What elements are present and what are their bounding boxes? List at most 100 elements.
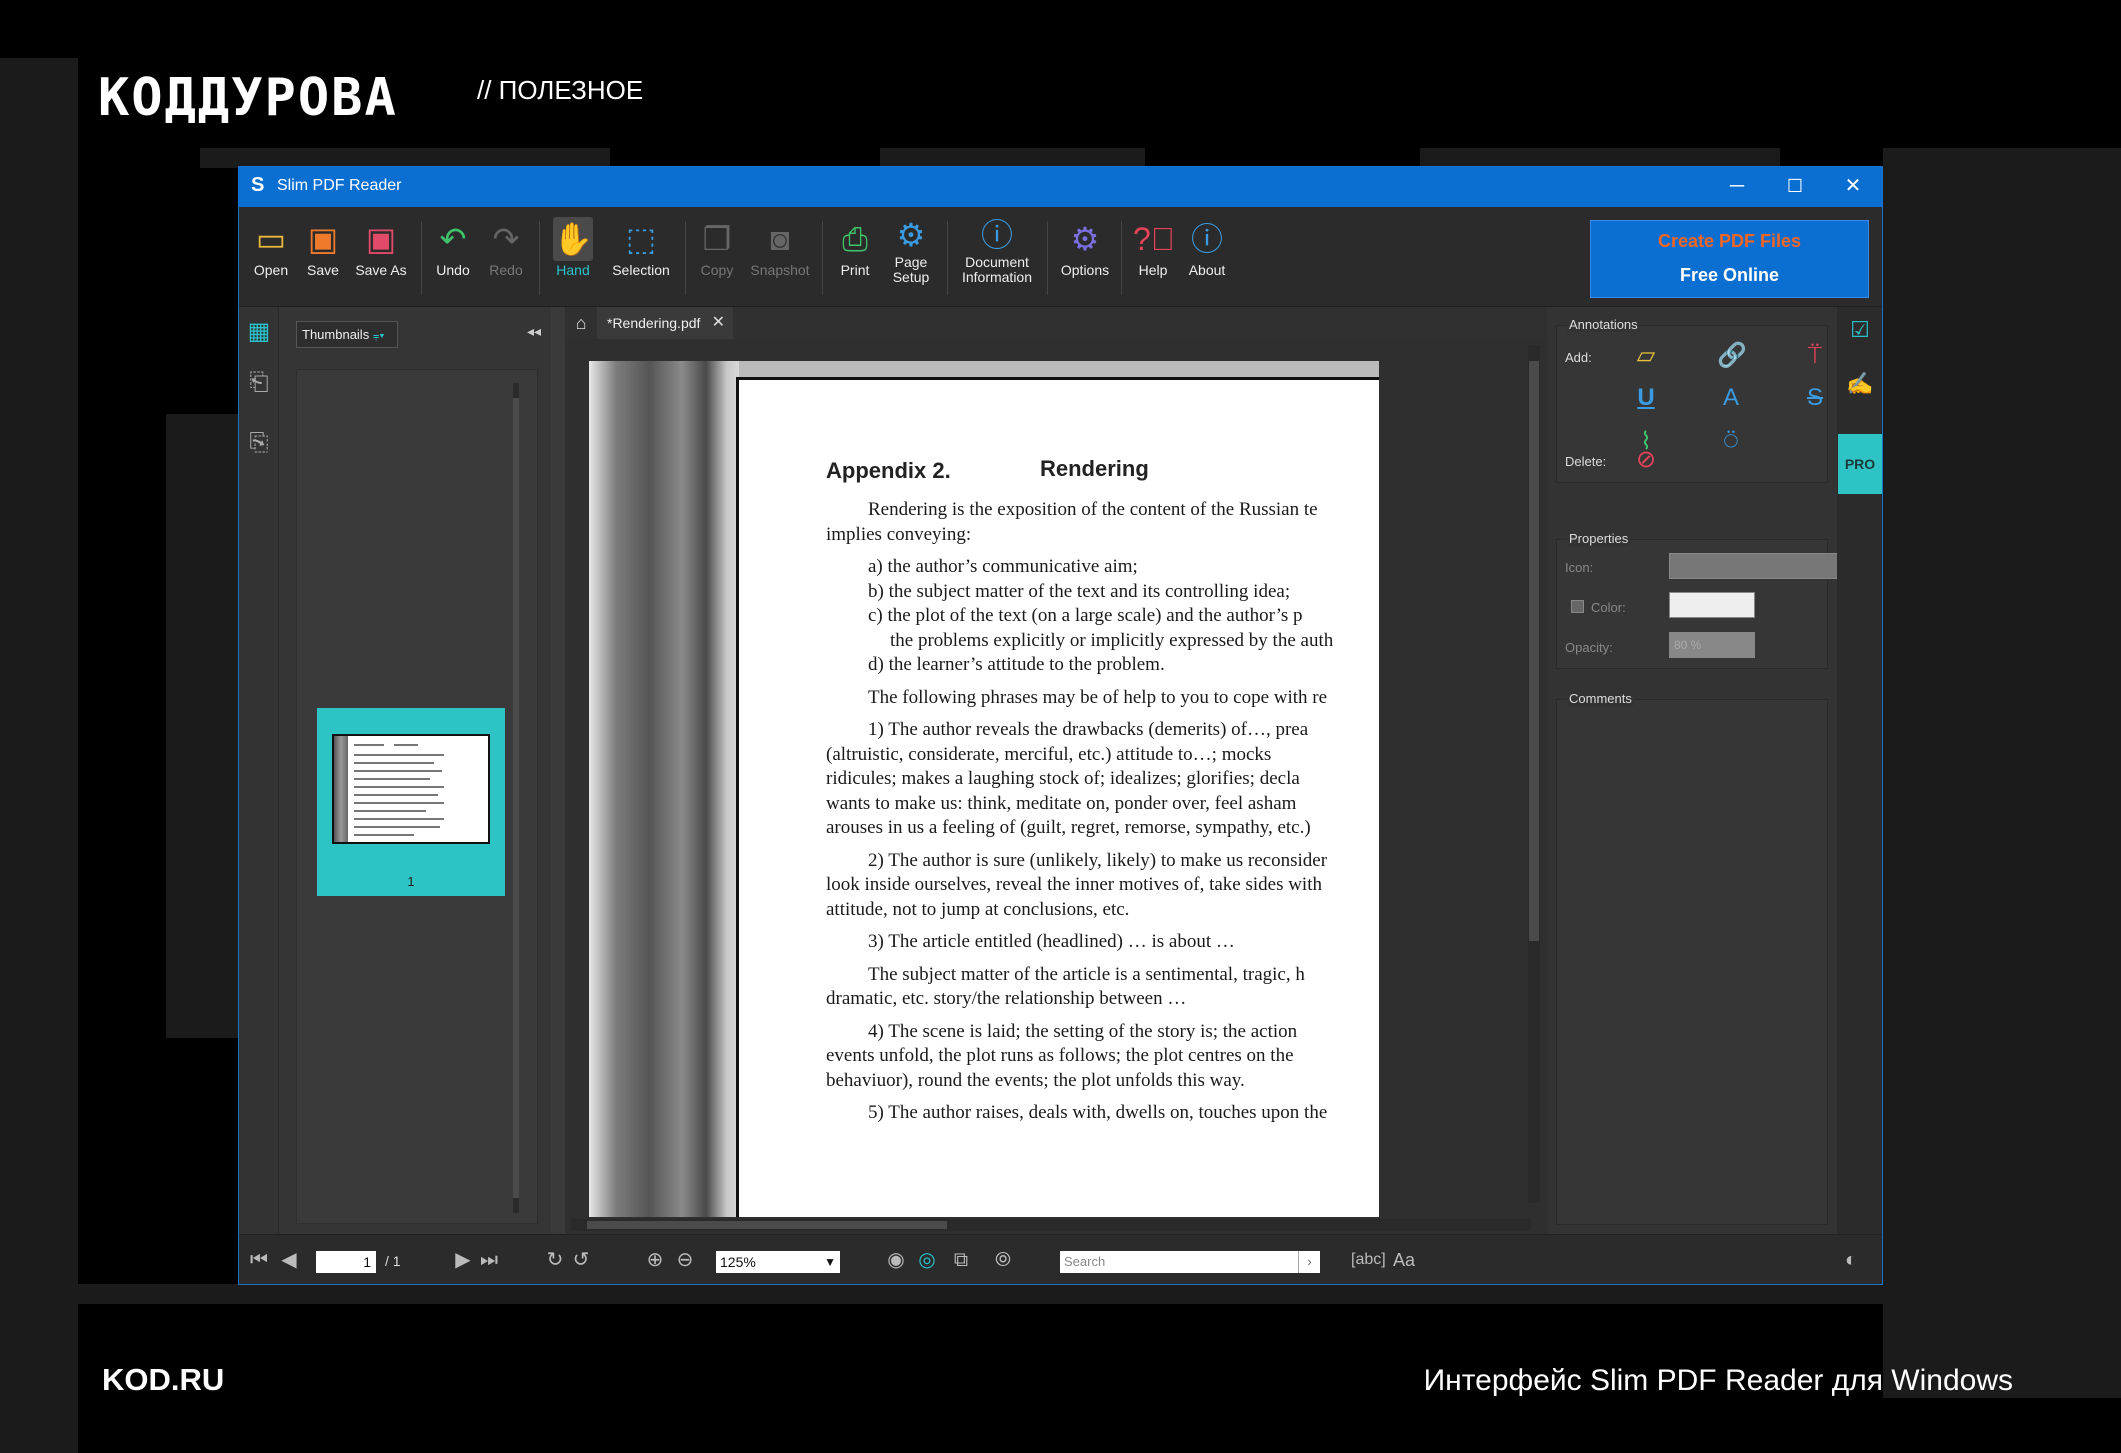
snapshot-button[interactable]: ◙ Snapshot: [747, 217, 813, 302]
rotate-clockwise-icon[interactable]: ↻: [545, 1247, 565, 1273]
toolbar-separator: [421, 221, 422, 295]
view-single-icon[interactable]: ◉: [884, 1247, 908, 1273]
search-placeholder: Search: [1064, 1254, 1106, 1269]
close-button[interactable]: ✕: [1824, 167, 1882, 207]
link-icon[interactable]: 🔗: [1717, 342, 1747, 370]
rotate-counterclockwise-icon[interactable]: ↺: [571, 1247, 591, 1273]
search-input[interactable]: Search ›: [1060, 1251, 1320, 1273]
thumbnail-scan-edge: [334, 736, 348, 842]
print-button[interactable]: ⎙ Print: [831, 217, 879, 302]
document-viewer[interactable]: Appendix 2. Rendering Rendering is the e…: [565, 339, 1547, 1234]
color-swatch[interactable]: [1669, 592, 1755, 618]
copy-button[interactable]: ❐ Copy: [693, 217, 741, 302]
opacity-spinner[interactable]: 80 %: [1669, 632, 1755, 658]
thumbnail-list: 1: [296, 369, 538, 1224]
maximize-button[interactable]: ☐: [1766, 167, 1824, 207]
page-settings-icon: ⚙: [896, 217, 926, 253]
color-checkbox[interactable]: [1571, 600, 1584, 613]
search-go-icon[interactable]: ›: [1298, 1251, 1320, 1273]
thumbnail-line: [354, 762, 434, 764]
thumbnail-line: [354, 770, 442, 772]
comments-group: Comments: [1556, 691, 1828, 1225]
document-horizontal-scrollbar[interactable]: [571, 1219, 1531, 1231]
home-icon[interactable]: ⌂: [570, 312, 592, 334]
view-facing-icon[interactable]: ⧉: [947, 1247, 975, 1273]
minimize-button[interactable]: ─: [1708, 167, 1766, 207]
about-button[interactable]: ⓘ About: [1183, 217, 1231, 302]
text-line: a) the author’s communicative aim;: [868, 556, 1138, 577]
save-as-button[interactable]: ▣ Save As: [351, 217, 411, 302]
bookmarks-icon[interactable]: ⎗: [247, 369, 271, 399]
first-page-icon[interactable]: ⏮: [249, 1247, 269, 1273]
save-button[interactable]: ▣ Save: [299, 217, 347, 302]
page-setup-button[interactable]: ⚙ Page Setup: [883, 217, 939, 302]
brand-logo: КОДДУРОВА: [98, 68, 398, 128]
scrollbar-thumb[interactable]: [587, 1221, 947, 1229]
next-page-icon[interactable]: ▶: [453, 1247, 473, 1273]
previous-page-icon[interactable]: ◀: [279, 1247, 299, 1273]
page-thumbnail[interactable]: 1: [317, 708, 505, 896]
stamp-icon[interactable]: ⍡: [1801, 342, 1829, 370]
thumbnail-line: [354, 834, 414, 836]
redo-button[interactable]: ↷ Redo: [482, 217, 530, 302]
open-button[interactable]: ▭ Open: [247, 217, 295, 302]
view-cover-icon[interactable]: ⦾: [991, 1247, 1015, 1273]
document-vertical-scrollbar[interactable]: [1528, 345, 1540, 1203]
whole-word-button[interactable]: [abc]: [1351, 1247, 1386, 1273]
status-bar: ⏮ ◀ 1 / 1 ▶ ⏭ ↻ ↺ ⊕ ⊖ 125% ▼ ◉ ◎ ⧉ ⦾ Sea…: [239, 1234, 1882, 1284]
thumbnail-scrollbar[interactable]: [513, 383, 519, 1213]
text-line: c) the plot of the text (on a large scal…: [868, 605, 1303, 626]
toolbar-separator: [685, 221, 686, 295]
toolbar-separator: [947, 221, 948, 295]
delete-annotation-icon[interactable]: ⊘: [1632, 446, 1660, 474]
watermark-icon[interactable]: ⍥: [1717, 428, 1745, 456]
help-button[interactable]: ?⃝ Help: [1129, 217, 1177, 302]
camera-icon: ◙: [770, 221, 790, 257]
about-label: About: [1188, 262, 1226, 278]
zoom-dropdown[interactable]: 125% ▼: [716, 1251, 840, 1273]
main-toolbar: ▭ Open ▣ Save ▣ Save As ↶ Undo ↷ Redo ✋ …: [239, 207, 1882, 307]
text-annotation-icon[interactable]: A: [1717, 384, 1745, 412]
help-label: Help: [1138, 262, 1168, 278]
tab-rendering-pdf[interactable]: *Rendering.pdf ✕: [597, 307, 733, 339]
create-pdf-promo-button[interactable]: Create PDF Files Free Online: [1590, 220, 1869, 298]
icon-label: Icon:: [1565, 560, 1594, 575]
undo-button[interactable]: ↶ Undo: [429, 217, 477, 302]
pro-tab[interactable]: PRO: [1838, 434, 1882, 494]
attachments-icon[interactable]: ⎘: [247, 429, 271, 459]
hand-tool-button[interactable]: ✋ Hand: [549, 217, 597, 302]
text-line: arouses in us a feeling of (guilt, regre…: [826, 817, 1311, 838]
close-tab-icon[interactable]: ✕: [712, 307, 725, 339]
zoom-in-icon[interactable]: ⊕: [643, 1247, 667, 1273]
thumbnails-panel: Thumbnails ⩦▾ ◂◂ 1: [279, 307, 551, 1234]
right-panel: Annotations Add: ▱ 🔗 ⍡ ✎ U A S ◸ ⌇ ⍥ Del…: [1547, 307, 1882, 1234]
theme-toggle-icon[interactable]: ◐: [1839, 1247, 1863, 1273]
thumbnail-line: [354, 778, 430, 780]
view-continuous-icon[interactable]: ◎: [915, 1247, 939, 1273]
selection-cursor-icon: ⬚: [625, 221, 657, 257]
options-button[interactable]: ⚙ Options: [1057, 217, 1113, 302]
copy-icon: ❐: [702, 221, 732, 257]
zoom-out-icon[interactable]: ⊖: [673, 1247, 697, 1273]
last-page-icon[interactable]: ⏭: [479, 1247, 499, 1273]
strikethrough-icon[interactable]: S: [1801, 384, 1829, 412]
annotations-panel-icon[interactable]: ☑: [1846, 317, 1874, 347]
text-line: behaviuor), round the events; the plot u…: [826, 1069, 1245, 1091]
match-case-button[interactable]: Aa: [1389, 1247, 1419, 1273]
collapse-panel-button[interactable]: ◂◂: [527, 323, 541, 340]
thumbnail-line: [354, 754, 444, 756]
thumbnails-view-icon[interactable]: ▦: [247, 317, 271, 347]
sticky-note-icon[interactable]: ▱: [1632, 342, 1660, 370]
printer-icon: ⎙: [842, 221, 868, 257]
selection-tool-button[interactable]: ⬚ Selection: [607, 217, 675, 302]
panel-view-dropdown[interactable]: Thumbnails ⩦▾: [296, 321, 398, 348]
scrollbar-thumb[interactable]: [1529, 361, 1539, 941]
signature-icon[interactable]: ✍: [1846, 371, 1874, 401]
scrollbar-thumb[interactable]: [513, 398, 519, 1198]
current-page-input[interactable]: 1: [316, 1251, 376, 1273]
app-window: S Slim PDF Reader ─ ☐ ✕ ▭ Open ▣ Save ▣ …: [238, 166, 1883, 1285]
underline-icon[interactable]: U: [1632, 384, 1660, 412]
document-information-button[interactable]: ⓘ Document Information: [955, 217, 1039, 302]
